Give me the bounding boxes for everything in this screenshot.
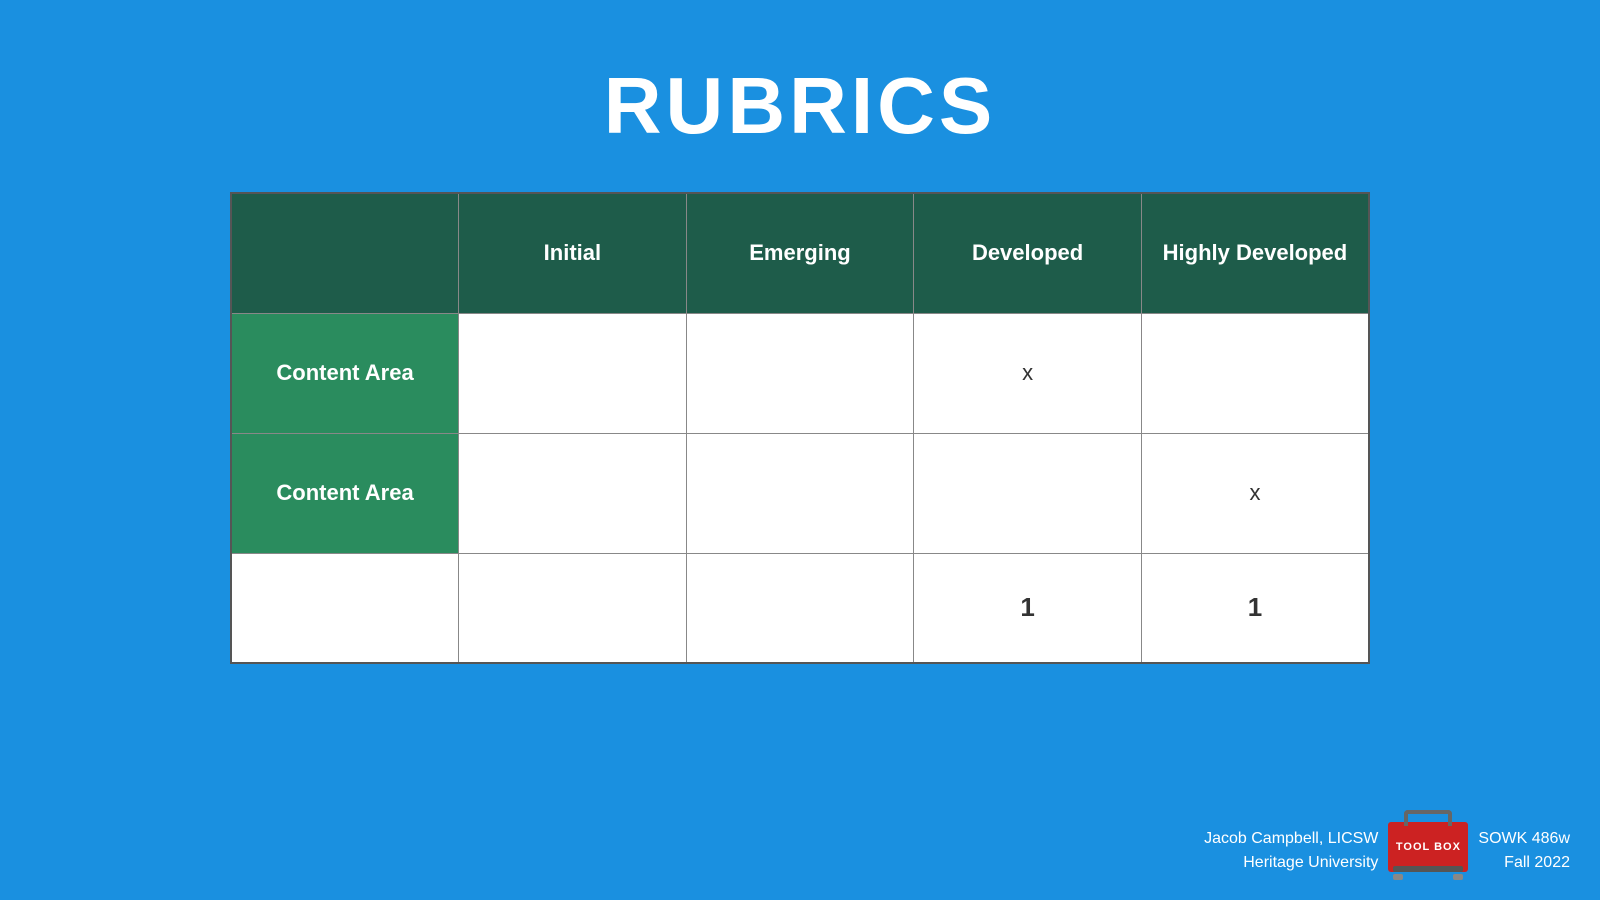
- institution-name: Heritage University: [1204, 851, 1378, 875]
- header-label-col: [231, 193, 459, 313]
- toolbox-latch: [1393, 866, 1463, 872]
- toolbox-icon: TOOL BOX: [1388, 822, 1468, 880]
- totals-emerging: [686, 553, 914, 663]
- row-1-highly-developed: [1141, 313, 1369, 433]
- table-row: Content Area x: [231, 433, 1369, 553]
- footer: Jacob Campbell, LICSW Heritage Universit…: [1204, 822, 1570, 880]
- totals-initial: [459, 553, 687, 663]
- row-2-emerging: [686, 433, 914, 553]
- page-title: RUBRICS: [0, 60, 1600, 152]
- row-2-developed: [914, 433, 1142, 553]
- hinge-left: [1393, 874, 1403, 880]
- totals-developed: 1: [914, 553, 1142, 663]
- header-highly-developed: Highly Developed: [1141, 193, 1369, 313]
- hinge-right: [1453, 874, 1463, 880]
- header-emerging: Emerging: [686, 193, 914, 313]
- row-1-initial: [459, 313, 687, 433]
- header-initial: Initial: [459, 193, 687, 313]
- course-term: Fall 2022: [1478, 851, 1570, 875]
- table-header-row: Initial Emerging Developed Highly Develo…: [231, 193, 1369, 313]
- row-1-emerging: [686, 313, 914, 433]
- footer-author-info: Jacob Campbell, LICSW Heritage Universit…: [1204, 827, 1378, 875]
- toolbox-label: TOOL BOX: [1396, 841, 1461, 853]
- table-row: Content Area x: [231, 313, 1369, 433]
- row-1-label: Content Area: [231, 313, 459, 433]
- toolbox-box: TOOL BOX: [1388, 822, 1468, 872]
- page-title-container: RUBRICS: [0, 0, 1600, 192]
- table-row-totals: 1 1: [231, 553, 1369, 663]
- totals-label: [231, 553, 459, 663]
- course-code: SOWK 486w: [1478, 827, 1570, 851]
- header-developed: Developed: [914, 193, 1142, 313]
- rubric-table: Initial Emerging Developed Highly Develo…: [230, 192, 1370, 664]
- row-2-initial: [459, 433, 687, 553]
- row-2-label: Content Area: [231, 433, 459, 553]
- author-name: Jacob Campbell, LICSW: [1204, 827, 1378, 851]
- totals-highly-developed: 1: [1141, 553, 1369, 663]
- toolbox-hinges: [1393, 874, 1463, 880]
- footer-course-info: SOWK 486w Fall 2022: [1478, 827, 1570, 875]
- table-container: Initial Emerging Developed Highly Develo…: [0, 192, 1600, 664]
- row-1-developed: x: [914, 313, 1142, 433]
- row-2-highly-developed: x: [1141, 433, 1369, 553]
